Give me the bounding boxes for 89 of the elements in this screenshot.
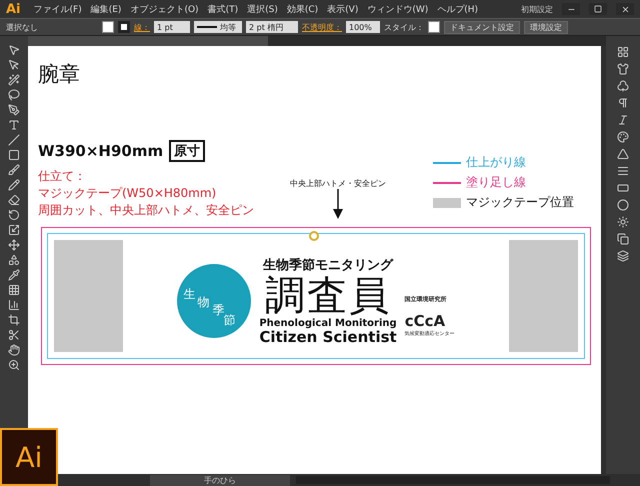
gradient-icon[interactable] (617, 182, 629, 194)
minimize-button[interactable] (562, 3, 580, 15)
stroke-label[interactable]: 線： (134, 22, 150, 32)
menu-item[interactable]: ファイル(F) (34, 2, 82, 16)
brush-icon[interactable] (8, 164, 20, 176)
pen-icon[interactable] (8, 104, 20, 116)
menu-item[interactable]: オブジェクト(O) (130, 2, 199, 16)
palette-icon[interactable] (617, 131, 629, 143)
legend-label: 仕上がり線 (466, 154, 526, 171)
maximize-button[interactable] (589, 3, 607, 15)
workspace-switcher[interactable]: 初期設定 (521, 4, 553, 14)
zoom-icon[interactable] (8, 359, 20, 371)
english-subtitle: Phenological Monitoring (259, 318, 397, 329)
menu-item[interactable]: ウィンドウ(W) (367, 2, 428, 16)
type-icon[interactable] (8, 119, 20, 131)
opacity-field[interactable]: 100% (346, 21, 380, 33)
legend-label: マジックテープ位置 (466, 194, 574, 211)
bar-graph-icon[interactable] (8, 299, 20, 311)
rotate-icon[interactable] (8, 209, 20, 221)
line-icon[interactable] (8, 134, 20, 146)
club-icon[interactable] (617, 80, 629, 92)
logo-character: 生 (183, 286, 196, 303)
legend-label: 塗り足し線 (466, 174, 526, 191)
triangle-icon[interactable] (617, 148, 629, 160)
settings-button[interactable]: 環境設定 (524, 20, 568, 34)
logo-character: 節 (223, 313, 236, 329)
maximize-icon (594, 5, 602, 13)
stroke-weight-field[interactable]: 1 pt (154, 21, 190, 33)
lines-icon[interactable] (617, 165, 629, 177)
close-icon (620, 4, 630, 14)
logo-character: 物 (197, 294, 210, 311)
style-label: スタイル： (384, 22, 424, 32)
circle-icon[interactable] (617, 199, 629, 211)
layers-icon[interactable] (617, 250, 629, 262)
scale-label: 原寸 (169, 140, 206, 162)
stroke-profile-field[interactable]: 均等 (194, 21, 242, 33)
selection-status: 選択なし (6, 22, 38, 32)
eyedropper-icon[interactable] (8, 269, 20, 281)
settings-button[interactable]: ドキュメント設定 (444, 20, 520, 34)
brush-field[interactable]: 2 pt 楕円 (246, 21, 298, 33)
armband-subtitle: 生物季節モニタリング (263, 256, 393, 274)
artboard-title: 腕章 (38, 61, 81, 88)
close-button[interactable] (616, 3, 634, 15)
pointer-label: 中央上部ハトメ・安全ピン (290, 178, 386, 189)
rectangle-icon[interactable] (8, 149, 20, 161)
opacity-label[interactable]: 不透明度： (302, 22, 342, 32)
crop-icon[interactable] (8, 314, 20, 326)
shirt-icon[interactable] (617, 63, 629, 75)
armband-title: 調査員 (265, 274, 391, 318)
menu-item[interactable]: ヘルプ(H) (437, 2, 478, 16)
app-logo: Ai (6, 2, 21, 16)
english-title: Citizen Scientist (259, 329, 397, 346)
move-icon[interactable] (8, 239, 20, 251)
stroke-preview-icon (197, 26, 217, 28)
stroke-swatch[interactable] (118, 21, 130, 33)
vertical-scrollbar[interactable] (601, 46, 606, 474)
menu-item[interactable]: 選択(S) (247, 2, 278, 16)
down-arrow (332, 189, 344, 219)
magic-wand-icon[interactable] (8, 74, 20, 86)
scale-icon[interactable] (8, 224, 20, 236)
pencil-icon[interactable] (8, 179, 20, 191)
selection-arrow-icon[interactable] (8, 44, 20, 56)
grid-icon[interactable] (617, 46, 629, 58)
menu-item[interactable]: 書式(T) (208, 2, 238, 16)
app-icon: Ai (0, 428, 58, 486)
grommet (309, 231, 319, 241)
mesh-icon[interactable] (8, 284, 20, 296)
eraser-icon[interactable] (8, 194, 20, 206)
style-swatch[interactable] (428, 21, 440, 33)
status-tool: 手のひら (150, 474, 290, 486)
lasso-icon[interactable] (8, 89, 20, 101)
shapes-icon[interactable] (8, 254, 20, 266)
logo-character: 季 (212, 302, 224, 317)
dimension-text: W390×H90mm (38, 142, 164, 160)
direct-selection-icon[interactable] (8, 59, 20, 71)
menu-item[interactable]: 編集(E) (90, 2, 122, 16)
finishing-note: 仕立て： (38, 168, 87, 185)
finishing-note: 周囲カット、中央上部ハトメ、安全ピン (38, 202, 255, 219)
copy-icon[interactable] (617, 233, 629, 245)
hand-icon[interactable] (8, 344, 20, 356)
fill-swatch[interactable] (102, 21, 114, 33)
pilcrow-icon[interactable] (617, 97, 629, 109)
scissors-icon[interactable] (8, 329, 20, 341)
menu-item[interactable]: 表示(V) (327, 2, 358, 16)
sun-icon[interactable] (617, 216, 629, 228)
menu-item[interactable]: 効果(C) (286, 2, 318, 16)
partner-logo-text: cCcA (404, 312, 446, 330)
italic-icon[interactable] (617, 114, 629, 126)
finishing-note: マジックテープ(W50×H80mm) (38, 185, 218, 202)
